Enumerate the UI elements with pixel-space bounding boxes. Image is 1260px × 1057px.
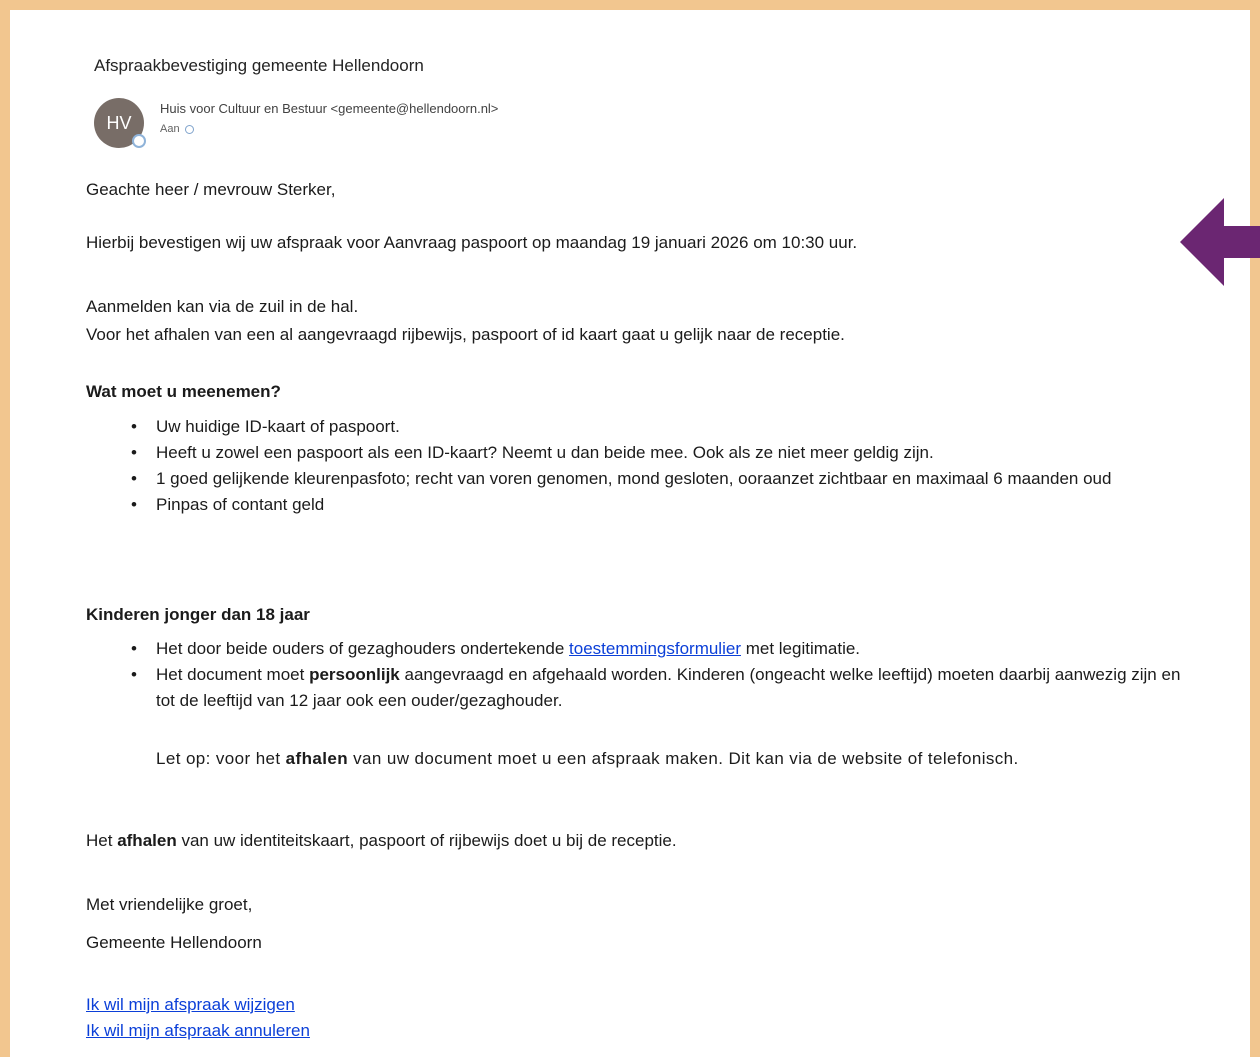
arrow-left-icon — [1180, 198, 1260, 286]
list-item: Het door beide ouders of gezaghouders on… — [86, 636, 1196, 662]
pickup-post: van uw identiteitskaart, paspoort of rij… — [176, 831, 677, 850]
change-appointment-link[interactable]: Ik wil mijn afspraak wijzigen — [86, 995, 295, 1014]
note-post: van uw document moet u een afspraak make… — [348, 749, 1019, 768]
cancel-appointment-row: Ik wil mijn afspraak annuleren — [86, 1018, 310, 1044]
checkin-line-2: Voor het afhalen van een al aangevraagd … — [86, 325, 845, 344]
consent-text-post: met legitimatie. — [740, 639, 861, 658]
sender[interactable]: Huis voor Cultuur en Bestuur <gemeente@h… — [160, 101, 498, 116]
pickup-text: Het afhalen van uw identiteitskaart, pas… — [86, 828, 677, 854]
list-item: Pinpas of contant geld — [86, 492, 1196, 518]
children-heading: Kinderen jonger dan 18 jaar — [86, 605, 310, 624]
list-item: 1 goed gelijkende kleurenpasfoto; recht … — [86, 466, 1196, 492]
greeting: Geachte heer / mevrouw Sterker, — [86, 180, 336, 199]
personal-text-bold: persoonlijk — [309, 665, 400, 684]
personal-text-pre: Het document moet — [156, 665, 310, 684]
to-label: Aan — [160, 123, 180, 135]
children-list: Het door beide ouders of gezaghouders on… — [86, 636, 1196, 714]
consent-form-link[interactable]: toestemmingsformulier — [569, 639, 741, 658]
pickup-bold: afhalen — [117, 831, 177, 850]
list-item: Het document moet persoonlijk aangevraag… — [86, 662, 1196, 714]
pickup-note: Let op: voor het afhalen van uw document… — [156, 744, 1216, 774]
pickup-pre: Het — [86, 831, 118, 850]
closing: Met vriendelijke groet, — [86, 895, 253, 914]
checkin-line-1: Aanmelden kan via de zuil in de hal. — [86, 297, 359, 316]
change-appointment-row: Ik wil mijn afspraak wijzigen — [86, 992, 295, 1018]
recipient-presence-icon — [184, 124, 194, 134]
confirmation-text: Hierbij bevestigen wij uw afspraak voor … — [86, 233, 858, 252]
avatar-initials: HV — [106, 112, 132, 133]
bring-list: Uw huidige ID-kaart of paspoort. Heeft u… — [86, 414, 1196, 518]
cancel-appointment-link[interactable]: Ik wil mijn afspraak annuleren — [86, 1021, 310, 1040]
note-pre: Let op: voor het — [156, 749, 286, 768]
list-item: Uw huidige ID-kaart of paspoort. — [86, 414, 1196, 440]
email-subject: Afspraakbevestiging gemeente Hellendoorn — [94, 56, 424, 75]
bring-heading: Wat moet u meenemen? — [86, 382, 281, 401]
note-bold: afhalen — [285, 749, 348, 768]
list-item: Heeft u zowel een paspoort als een ID-ka… — [86, 440, 1196, 466]
recipient-line: Aan — [160, 123, 194, 135]
consent-text-pre: Het door beide ouders of gezaghouders on… — [156, 639, 570, 658]
presence-status-icon — [132, 134, 146, 148]
email-frame: Afspraakbevestiging gemeente Hellendoorn… — [0, 0, 1260, 1057]
signature: Gemeente Hellendoorn — [86, 933, 262, 952]
